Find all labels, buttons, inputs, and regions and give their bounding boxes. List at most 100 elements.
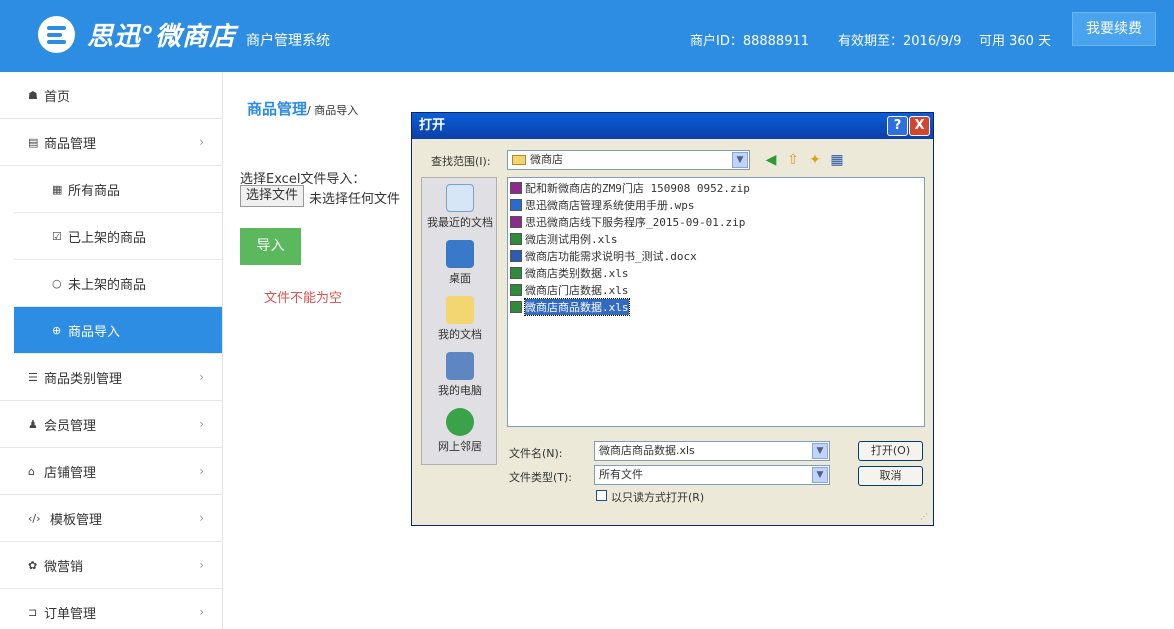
breadcrumb: 商品管理/ 商品导入 bbox=[247, 98, 358, 119]
sidebar-item-home[interactable]: ☗ 首页 bbox=[0, 72, 222, 119]
place-desktop[interactable]: 桌面 bbox=[422, 240, 498, 286]
readonly-checkbox[interactable] bbox=[596, 490, 607, 501]
chevron-right-icon: › bbox=[199, 558, 204, 572]
file-name: 微店测试用例.xls bbox=[525, 233, 618, 246]
readonly-label: 以只读方式打开(R) bbox=[611, 491, 705, 504]
code-icon: ‹/› bbox=[28, 511, 41, 525]
renew-button[interactable]: 我要续费 bbox=[1072, 12, 1156, 46]
network-places-icon bbox=[446, 408, 474, 436]
sidebar-item-label: 已上架的商品 bbox=[68, 230, 147, 246]
app: 思迅°微商店 商户管理系统 商户ID：88888911 有效期至：2016/9/… bbox=[0, 0, 1174, 629]
gift-icon: ✿ bbox=[28, 558, 38, 572]
file-name-label: 文件名(N): bbox=[509, 447, 563, 460]
open-button[interactable]: 打开(O) bbox=[858, 441, 923, 461]
dialog-title: 打开 bbox=[419, 118, 446, 133]
file-type-value: 所有文件 bbox=[599, 468, 643, 481]
close-button[interactable]: X bbox=[909, 116, 930, 136]
place-recent-docs[interactable]: 我最近的文档 bbox=[422, 184, 498, 230]
place-label: 我最近的文档 bbox=[427, 216, 493, 229]
no-file-text: 未选择任何文件 bbox=[309, 192, 401, 207]
list-bullets-icon: ☰ bbox=[28, 370, 38, 384]
sidebar-item-label: 商品导入 bbox=[68, 324, 121, 340]
dialog-titlebar[interactable]: 打开 bbox=[412, 113, 933, 139]
file-name: 微商店门店数据.xls bbox=[525, 284, 629, 297]
brand-name: 思迅°微商店 bbox=[87, 22, 237, 52]
sidebar-item-label: 商品管理 bbox=[44, 136, 97, 152]
recent-docs-icon bbox=[446, 184, 474, 212]
file-name: 思迅微商店管理系统使用手册.wps bbox=[525, 199, 695, 212]
sidebar-item-product-import[interactable]: ⊕ 商品导入 bbox=[14, 307, 222, 354]
chevron-down-icon[interactable]: ▼ bbox=[812, 467, 828, 483]
chevron-down-icon[interactable]: ▼ bbox=[732, 152, 748, 168]
sidebar-item-label: 会员管理 bbox=[44, 418, 97, 434]
my-computer-icon bbox=[446, 352, 474, 380]
chevron-down-icon[interactable]: ▼ bbox=[812, 443, 828, 459]
file-type-select[interactable]: 所有文件 ▼ bbox=[594, 465, 830, 485]
user-icon: ♟ bbox=[28, 417, 38, 431]
chevron-right-icon: › bbox=[199, 605, 204, 619]
places-bar: 我最近的文档 桌面 我的文档 我的电脑 网上邻居 bbox=[421, 177, 497, 465]
back-icon[interactable]: ◀ bbox=[762, 151, 780, 169]
breadcrumb-sub: / 商品导入 bbox=[307, 104, 359, 117]
help-button[interactable]: ? bbox=[887, 116, 908, 136]
excel-file-icon bbox=[510, 301, 522, 313]
sidebar-item-label: 商品类别管理 bbox=[44, 371, 123, 387]
chevron-right-icon: › bbox=[199, 370, 204, 384]
sidebar-item-template-management[interactable]: ‹/› 模板管理 › bbox=[0, 495, 222, 542]
my-documents-icon bbox=[446, 296, 474, 324]
file-type-label: 文件类型(T): bbox=[509, 471, 573, 484]
import-button[interactable]: 导入 bbox=[240, 228, 301, 265]
file-name-input[interactable]: 微商店商品数据.xls ▼ bbox=[594, 441, 830, 461]
file-item[interactable]: 微商店功能需求说明书_测试.docx bbox=[510, 248, 697, 264]
sidebar-item-unlisted-products[interactable]: ○ 未上架的商品 bbox=[14, 260, 222, 307]
file-name: 微商店功能需求说明书_测试.docx bbox=[525, 250, 697, 263]
file-item[interactable]: 微店测试用例.xls bbox=[510, 231, 618, 247]
file-item[interactable]: 思迅微商店管理系统使用手册.wps bbox=[510, 197, 695, 213]
chevron-right-icon: › bbox=[199, 417, 204, 431]
sidebar-item-member-management[interactable]: ♟ 会员管理 › bbox=[0, 401, 222, 448]
cart-icon: ⊐ bbox=[28, 605, 38, 619]
excel-file-icon bbox=[510, 267, 522, 279]
new-folder-icon[interactable]: ✦ bbox=[806, 151, 824, 169]
look-in-select[interactable]: 微商店 ▼ bbox=[507, 150, 750, 170]
sidebar-item-all-products[interactable]: ▦ 所有商品 bbox=[14, 166, 222, 213]
sidebar-item-micro-marketing[interactable]: ✿ 微营销 › bbox=[0, 542, 222, 589]
file-item[interactable]: 配和新微商店的ZM9门店 150908 0952.zip bbox=[510, 180, 750, 196]
file-item[interactable]: 微商店门店数据.xls bbox=[510, 282, 629, 298]
choose-file-button[interactable]: 选择文件 bbox=[240, 185, 304, 207]
plus-circle-icon: ⊕ bbox=[52, 323, 62, 337]
place-my-computer[interactable]: 我的电脑 bbox=[422, 352, 498, 398]
file-item-selected[interactable]: 微商店商品数据.xls bbox=[510, 298, 630, 316]
file-item[interactable]: 思迅微商店线下服务程序_2015-09-01.zip bbox=[510, 214, 745, 230]
view-menu-icon[interactable]: ▦ bbox=[828, 151, 846, 169]
place-label: 网上邻居 bbox=[438, 440, 482, 453]
sidebar-item-order-management[interactable]: ⊐ 订单管理 › bbox=[0, 589, 222, 629]
brand-subtitle: 商户管理系统 bbox=[246, 32, 331, 49]
brand-logo[interactable]: 思迅°微商店 商户管理系统 bbox=[38, 16, 330, 53]
up-folder-icon[interactable]: ⇧ bbox=[784, 151, 802, 169]
sidebar-item-listed-products[interactable]: ☑ 已上架的商品 bbox=[14, 213, 222, 260]
sidebar: ☗ 首页 ▤ 商品管理 › ▦ 所有商品 ☑ 已上架的商品 ○ 未上架的商品 ⊕… bbox=[0, 72, 223, 629]
place-network[interactable]: 网上邻居 bbox=[422, 408, 498, 454]
grid-icon: ▦ bbox=[52, 182, 63, 196]
look-in-value: 微商店 bbox=[530, 153, 563, 166]
cancel-button[interactable]: 取消 bbox=[858, 466, 923, 486]
excel-file-icon bbox=[510, 233, 522, 245]
sidebar-item-label: 店铺管理 bbox=[44, 465, 97, 481]
sidebar-item-label: 所有商品 bbox=[68, 183, 121, 199]
file-name: 微商店类别数据.xls bbox=[525, 267, 629, 280]
place-label: 桌面 bbox=[449, 272, 471, 285]
circle-icon: ○ bbox=[52, 276, 62, 290]
place-my-documents[interactable]: 我的文档 bbox=[422, 296, 498, 342]
sidebar-item-label: 模板管理 bbox=[50, 512, 103, 528]
error-message: 文件不能为空 bbox=[264, 291, 343, 306]
sidebar-item-category-management[interactable]: ☰ 商品类别管理 › bbox=[0, 354, 222, 401]
available-days: 可用 360 天 bbox=[979, 34, 1052, 49]
file-item[interactable]: 微商店类别数据.xls bbox=[510, 265, 629, 281]
desktop-icon bbox=[446, 240, 474, 268]
sidebar-item-product-management[interactable]: ▤ 商品管理 › bbox=[0, 119, 222, 166]
sidebar-item-store-management[interactable]: ⌂ 店铺管理 › bbox=[0, 448, 222, 495]
top-header: 思迅°微商店 商户管理系统 商户ID：88888911 有效期至：2016/9/… bbox=[0, 0, 1174, 72]
wps-file-icon bbox=[510, 199, 522, 211]
resize-grip-icon[interactable]: ⋰ bbox=[920, 512, 930, 522]
